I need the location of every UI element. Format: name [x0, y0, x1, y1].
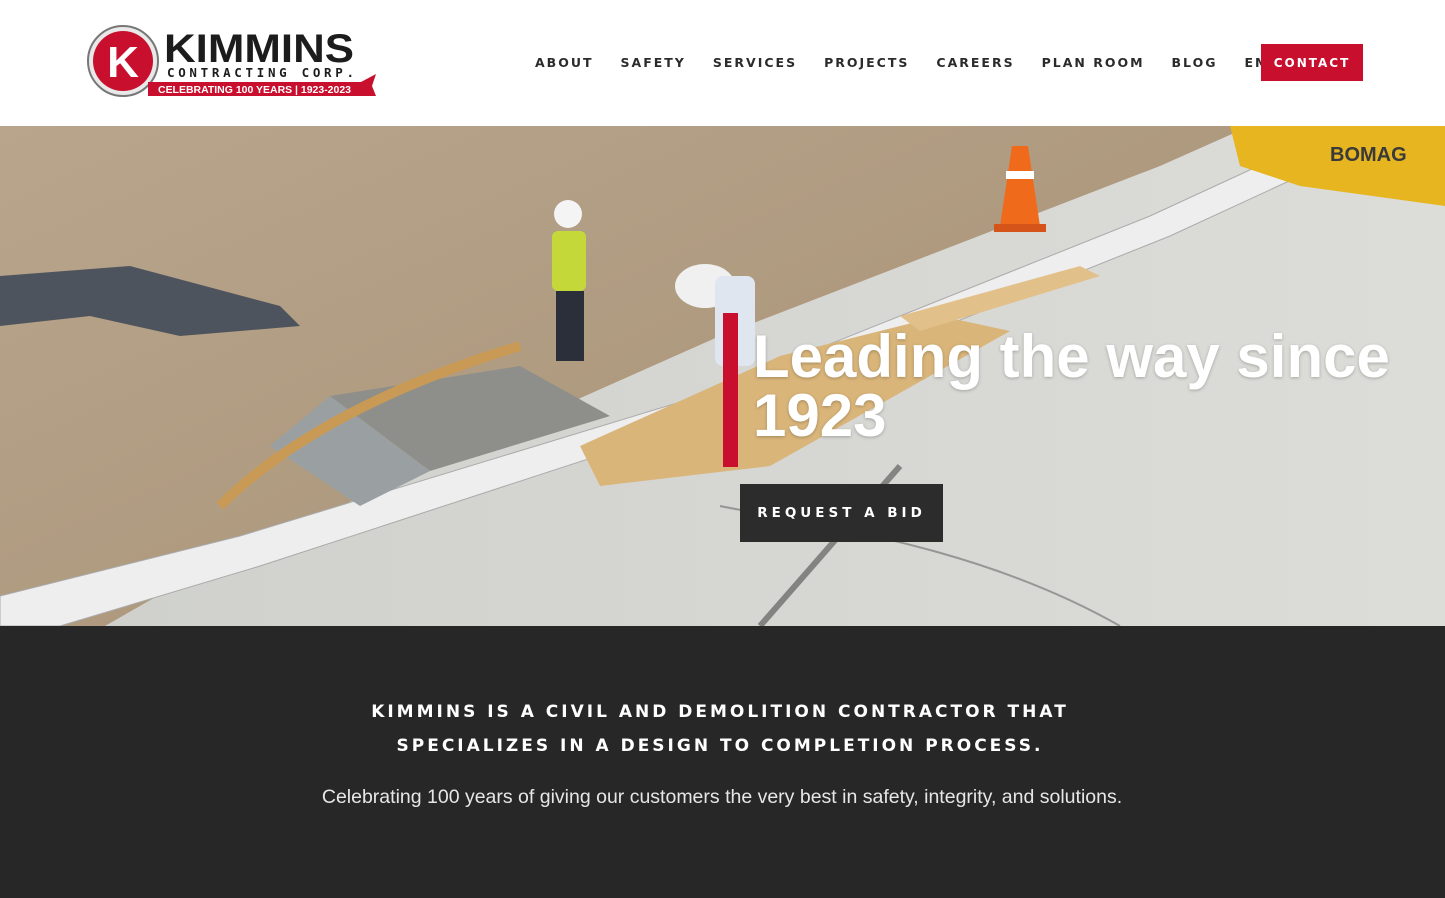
intro-section: KIMMINS IS A CIVIL AND DEMOLITION CONTRA… — [0, 626, 1445, 898]
nav-about[interactable]: ABOUT — [535, 55, 594, 70]
intro-subtext: Celebrating 100 years of giving our cust… — [321, 786, 1123, 808]
logo-subtitle: CONTRACTING CORP. — [167, 65, 354, 80]
main-nav: ABOUT SAFETY SERVICES PROJECTS CAREERS P… — [535, 44, 1372, 81]
nav-careers[interactable]: CAREERS — [936, 55, 1014, 70]
hero-section: BOMAG Leading the way since 1923 REQUEST… — [0, 126, 1445, 626]
site-header: K KIMMINS CONTRACTING CORP. CELEBRATING … — [0, 0, 1445, 126]
intro-heading: KIMMINS IS A CIVIL AND DEMOLITION CONTRA… — [320, 695, 1120, 763]
nav-blog[interactable]: BLOG — [1172, 55, 1218, 70]
logo-monogram: K — [107, 38, 139, 87]
intro-heading-line-2: SPECIALIZES IN A DESIGN TO COMPLETION PR… — [396, 736, 1044, 756]
request-a-bid-button[interactable]: REQUEST A BID — [740, 484, 943, 542]
hero-accent-bar — [723, 313, 738, 467]
contact-button[interactable]: CONTACT — [1261, 44, 1363, 81]
logo-graphic: K KIMMINS CONTRACTING CORP. CELEBRATING … — [87, 25, 376, 97]
logo-banner: CELEBRATING 100 YEARS | 1923-2023 — [158, 85, 351, 96]
intro-heading-line-1: KIMMINS IS A CIVIL AND DEMOLITION CONTRA… — [371, 702, 1069, 722]
hero-title: Leading the way since 1923 — [753, 323, 1390, 449]
nav-services[interactable]: SERVICES — [713, 55, 797, 70]
nav-safety[interactable]: SAFETY — [621, 55, 686, 70]
nav-plan-room[interactable]: PLAN ROOM — [1042, 55, 1145, 70]
machine-brand-label: BOMAG — [1330, 144, 1407, 166]
nav-projects[interactable]: PROJECTS — [824, 55, 909, 70]
kimmins-logo[interactable]: K KIMMINS CONTRACTING CORP. CELEBRATING … — [86, 24, 378, 100]
